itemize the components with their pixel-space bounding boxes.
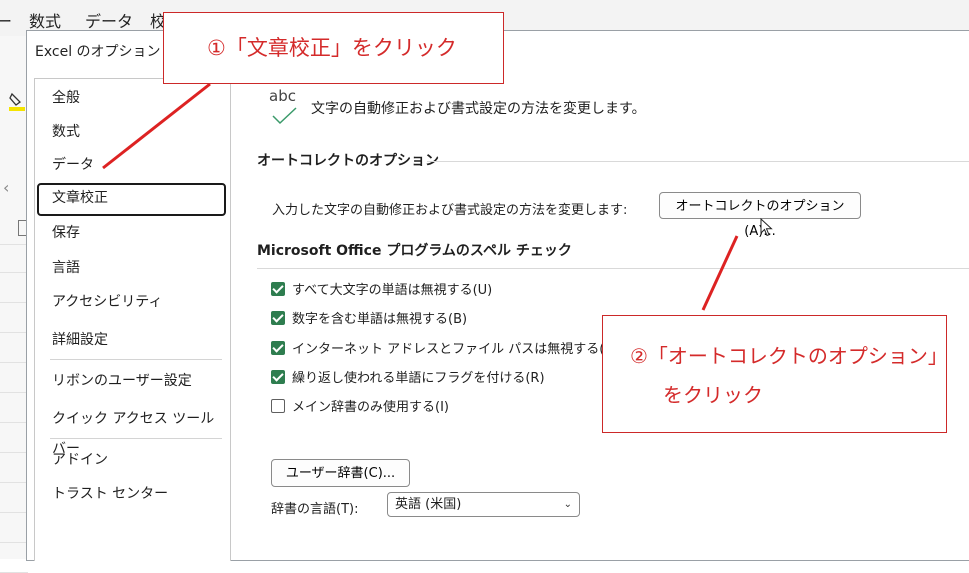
dictionary-language-select[interactable]: 英語 (米国) ⌄ — [387, 492, 580, 517]
excel-sheet-edge — [0, 36, 28, 573]
checkbox-main-dictionary-only[interactable]: メイン辞書のみ使用する(I) — [271, 398, 449, 418]
nav-separator — [50, 359, 222, 360]
checkbox-ignore-uppercase[interactable]: すべて大文字の単語は無視する(U) — [271, 281, 492, 301]
dictionary-language-label: 辞書の言語(T): — [271, 502, 359, 517]
options-nav: 全般 数式 データ 文章校正 保存 言語 アクセシビリティ 詳細設定 リボンのユ… — [34, 78, 231, 561]
dictionary-language-value: 英語 (米国) — [395, 497, 462, 512]
checkbox-label: メイン辞書のみ使用する(I) — [292, 400, 449, 415]
checkbox-label: 繰り返し使われる単語にフラグを付ける(R) — [292, 371, 545, 386]
checkbox-label: 数字を含む単語は無視する(B) — [292, 312, 468, 327]
nav-item-data[interactable]: データ — [37, 150, 226, 180]
ribbon-tab-formulas[interactable]: 数式 — [29, 8, 61, 32]
checkbox-checked-icon[interactable] — [271, 341, 285, 355]
nav-item-formulas[interactable]: 数式 — [37, 117, 226, 147]
abc-icon-text: abc — [269, 87, 296, 105]
annotation-callout-2-line1: ②「オートコレクトのオプション」 — [630, 344, 948, 368]
fill-color-icon[interactable] — [9, 92, 25, 112]
annotation-callout-2-line2: をクリック — [663, 383, 763, 407]
custom-dictionaries-button[interactable]: ユーザー辞書(C)... — [271, 459, 410, 487]
check-icon — [272, 107, 297, 125]
excel-options-dialog: Excel のオプション 全般 数式 データ 文章校正 保存 言語 アクセシビリ… — [26, 30, 969, 561]
checkbox-checked-icon[interactable] — [271, 311, 285, 325]
ribbon-tab-data[interactable]: データ — [85, 8, 133, 32]
ribbon-tab-fragment: ー — [0, 12, 13, 31]
section-rule — [427, 161, 969, 162]
nav-item-advanced[interactable]: 詳細設定 — [37, 325, 226, 355]
nav-item-proofing[interactable]: 文章校正 — [37, 183, 226, 216]
proofing-header-text: 文字の自動修正および書式設定の方法を変更します。 — [311, 101, 646, 117]
checkbox-ignore-internet-file[interactable]: インターネット アドレスとファイル パスは無視する(F) — [271, 340, 617, 360]
dialog-title: Excel のオプション — [35, 44, 161, 60]
checkbox-unchecked-icon[interactable] — [271, 399, 285, 413]
nav-item-accessibility[interactable]: アクセシビリティ — [37, 287, 226, 317]
nav-separator — [50, 438, 222, 439]
autocorrect-section-title: オートコレクトのオプション — [257, 153, 439, 169]
checkbox-flag-repeated[interactable]: 繰り返し使われる単語にフラグを付ける(R) — [271, 369, 545, 389]
section-rule — [257, 268, 969, 269]
nav-item-customize-ribbon[interactable]: リボンのユーザー設定 — [37, 366, 226, 396]
annotation-callout-1: ①「文章校正」をクリック — [163, 12, 504, 84]
nav-item-language[interactable]: 言語 — [37, 253, 226, 283]
checkbox-checked-icon[interactable] — [271, 370, 285, 384]
nav-item-general[interactable]: 全般 — [37, 83, 226, 113]
mouse-cursor-icon — [760, 218, 773, 237]
checkbox-ignore-numbers[interactable]: 数字を含む単語は無視する(B) — [271, 310, 467, 330]
nav-item-save[interactable]: 保存 — [37, 218, 226, 248]
autocorrect-options-button[interactable]: オートコレクトのオプション(A)... — [659, 192, 861, 239]
back-arrow-icon[interactable]: ‹ — [3, 178, 9, 197]
nav-item-trust-center[interactable]: トラスト センター — [37, 479, 226, 509]
annotation-callout-2: ②「オートコレクトのオプション」 をクリック — [602, 315, 948, 433]
nav-item-addins[interactable]: アドイン — [37, 445, 226, 475]
autocorrect-description: 入力した文字の自動修正および書式設定の方法を変更します: — [272, 203, 628, 218]
nav-item-quick-access-toolbar[interactable]: クイック アクセス ツール バー — [37, 404, 226, 457]
chevron-down-icon: ⌄ — [563, 499, 572, 510]
spellcheck-section-title: Microsoft Office プログラムのスペル チェック — [257, 243, 572, 259]
checkbox-checked-icon[interactable] — [271, 282, 285, 296]
checkbox-label: すべて大文字の単語は無視する(U) — [292, 283, 493, 298]
checkbox-label: インターネット アドレスとファイル パスは無視する(F) — [292, 342, 617, 357]
